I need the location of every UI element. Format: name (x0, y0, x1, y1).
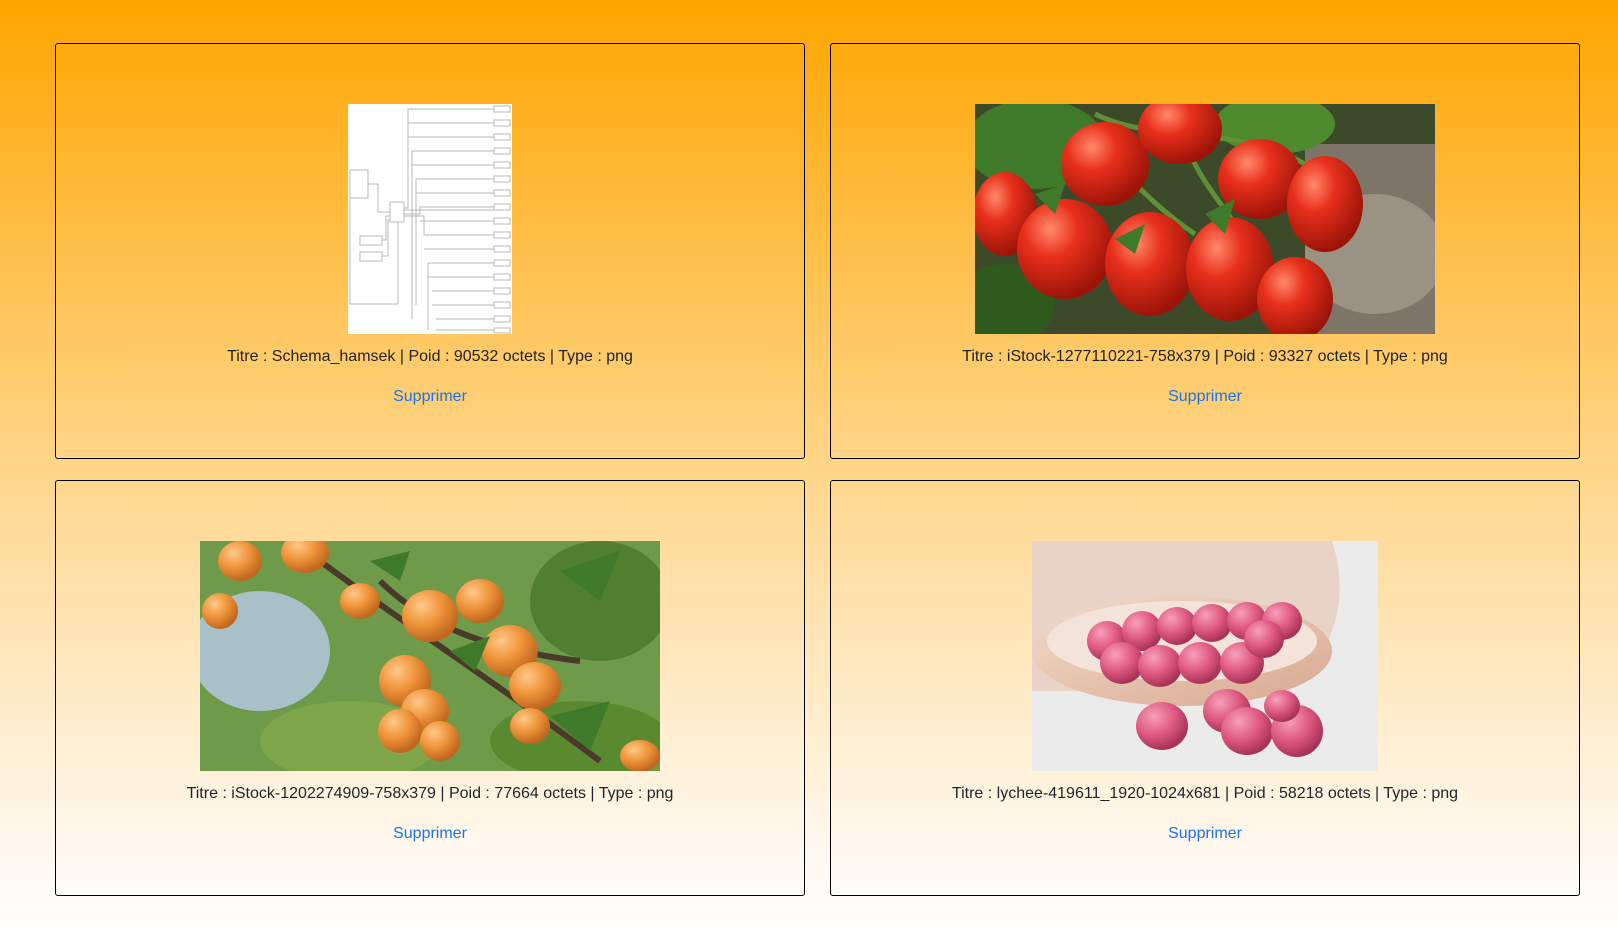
image-card: Titre : lychee-419611_1920-1024x681 | Po… (830, 480, 1580, 896)
image-card: Titre : iStock-1202274909-758x379 | Poid… (55, 480, 805, 896)
image-caption: Titre : iStock-1277110221-758x379 | Poid… (962, 348, 1448, 365)
delete-link[interactable]: Supprimer (393, 387, 467, 407)
image-thumbnail (975, 104, 1435, 334)
image-thumbnail (348, 104, 512, 334)
image-caption: Titre : lychee-419611_1920-1024x681 | Po… (951, 785, 1459, 802)
image-thumbnail (1032, 541, 1378, 771)
image-card: Titre : iStock-1277110221-758x379 | Poid… (830, 43, 1580, 459)
image-gallery: Titre : Schema_hamsek | Poid : 90532 oct… (55, 43, 1580, 896)
delete-link[interactable]: Supprimer (1168, 824, 1242, 844)
delete-link[interactable]: Supprimer (393, 824, 467, 844)
image-caption: Titre : iStock-1202274909-758x379 | Poid… (186, 785, 674, 802)
image-caption: Titre : Schema_hamsek | Poid : 90532 oct… (227, 348, 633, 365)
image-thumbnail (200, 541, 660, 771)
image-card: Titre : Schema_hamsek | Poid : 90532 oct… (55, 43, 805, 459)
delete-link[interactable]: Supprimer (1168, 387, 1242, 407)
